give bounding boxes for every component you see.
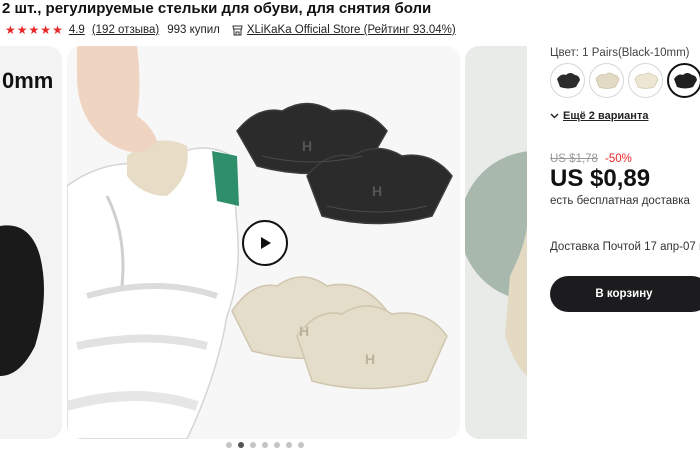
- pagination-dot[interactable]: [274, 442, 280, 448]
- color-swatches: [550, 63, 700, 98]
- pagination-dot[interactable]: [298, 442, 304, 448]
- gallery-prev-slide[interactable]: 0mm: [0, 46, 62, 439]
- add-to-cart-label: В корзину: [595, 288, 653, 300]
- star-icon: ★: [5, 23, 16, 37]
- gallery-pagination: [226, 442, 304, 448]
- svg-text:H: H: [365, 351, 375, 367]
- product-meta: ★ ★ ★ ★ ★ 4.9 (192 отзыва) 993 купил XLi…: [5, 22, 456, 38]
- swatch-beige[interactable]: [589, 63, 624, 98]
- star-icon: ★: [52, 23, 63, 37]
- product-title: 2 шт., регулируемые стельки для обуви, д…: [2, 0, 432, 17]
- pagination-dot[interactable]: [250, 442, 256, 448]
- image-gallery[interactable]: 0mm H H H H: [0, 46, 527, 439]
- discount-badge: -50%: [605, 153, 632, 165]
- svg-text:H: H: [299, 323, 309, 339]
- more-variants-label: Ещё 2 варианта: [563, 110, 649, 122]
- play-icon: [261, 237, 271, 249]
- play-video-button[interactable]: [242, 220, 288, 266]
- pagination-dot[interactable]: [226, 442, 232, 448]
- purchase-panel: Цвет: 1 Pairs(Black-10mm) Ещё 2 варианта…: [550, 0, 700, 451]
- pagination-dot[interactable]: [262, 442, 268, 448]
- sold-count: 993 купил: [167, 24, 220, 36]
- more-variants-link[interactable]: Ещё 2 варианта: [550, 110, 648, 122]
- svg-text:H: H: [372, 183, 382, 199]
- color-label: Цвет: 1 Pairs(Black-10mm): [550, 47, 690, 59]
- star-icon: ★: [16, 23, 28, 37]
- rating-stars: ★ ★ ★ ★ ★: [5, 24, 63, 36]
- current-price: US $0,89: [550, 165, 651, 192]
- star-icon: ★: [28, 23, 40, 37]
- svg-text:H: H: [302, 138, 312, 154]
- star-icon: ★: [40, 23, 52, 37]
- add-to-cart-button[interactable]: В корзину: [550, 276, 700, 312]
- chevron-down-icon: [550, 113, 559, 119]
- reviews-link[interactable]: (192 отзыва): [92, 24, 159, 36]
- rating-value[interactable]: 4.9: [69, 24, 85, 36]
- store-icon: [232, 25, 243, 36]
- store-link[interactable]: XLiKaKa Official Store (Рейтинг 93.04%): [247, 24, 456, 36]
- swatch-cream[interactable]: [628, 63, 663, 98]
- pagination-dot-active[interactable]: [238, 442, 244, 448]
- swatch-black-selected[interactable]: [667, 63, 700, 98]
- swatch-black[interactable]: [550, 63, 585, 98]
- gallery-next-slide[interactable]: [465, 46, 527, 439]
- shipping-info: есть бесплатная доставка: [550, 195, 690, 207]
- delivery-info: Доставка Почтой 17 апр-07 м: [550, 241, 700, 253]
- pagination-dot[interactable]: [286, 442, 292, 448]
- gallery-main-slide[interactable]: H H H H: [67, 46, 460, 439]
- old-price: US $1,78: [550, 153, 598, 165]
